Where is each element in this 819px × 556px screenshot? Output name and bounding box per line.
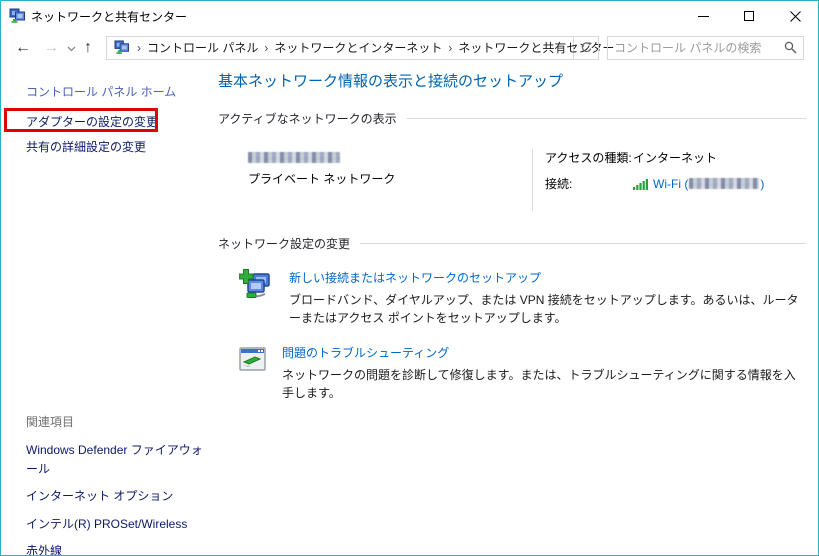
setup-new-connection-description: ブロードバンド、ダイヤルアップ、または VPN 接続をセットアップします。あるい… [289,291,806,327]
title-bar: ネットワークと共有センター [1,1,818,31]
main-content: 基本ネットワーク情報の表示と接続のセットアップ アクティブなネットワークの表示 … [218,64,806,555]
chevron-down-icon [67,46,76,52]
active-networks-header: アクティブなネットワークの表示 [218,110,806,127]
task-body: 問題のトラブルシューティング ネットワークの問題を診断して修復します。または、ト… [266,344,806,402]
troubleshoot-problems-description: ネットワークの問題を診断して修復します。または、トラブルシューティングに関する情… [282,366,806,402]
sidebar-item-change-adapter-settings[interactable]: アダプターの設定の変更 [26,113,158,130]
sidebar-item-internet-options[interactable]: インターネット オプション [26,487,204,506]
change-settings-header-label: ネットワーク設定の変更 [218,235,350,252]
caption-buttons [680,1,818,31]
navigation-toolbar: ← → ↑ › コントロール パネル › ネットワークとインターネット › ネッ… [1,31,818,64]
sidebar-item-windows-defender-firewall[interactable]: Windows Defender ファイアウォール [26,441,204,478]
refresh-icon [580,41,593,54]
forward-button[interactable]: → [37,36,65,60]
new-connection-icon [218,269,273,327]
access-type-row: アクセスの種類: インターネット [545,149,806,166]
wifi-signal-icon [633,178,649,190]
breadcrumb-item-control-panel[interactable]: コントロール パネル [146,37,259,58]
breadcrumb-separator: › [259,41,273,55]
refresh-button[interactable] [574,36,599,60]
breadcrumb-separator: › [132,41,146,55]
network-location-icon [114,40,129,55]
breadcrumb-separator: › [443,41,457,55]
redacted-ssid [689,178,759,189]
wifi-connection-link[interactable]: Wi-Fi ( ) [633,177,764,191]
access-type-value: インターネット [633,149,717,166]
search-icon[interactable] [784,41,797,54]
see-also-section: 関連項目 Windows Defender ファイアウォール インターネット オ… [26,413,204,556]
maximize-icon [744,11,754,21]
change-settings-header: ネットワーク設定の変更 [218,235,806,252]
active-network-panel: プライベート ネットワーク アクセスの種類: インターネット 接続: [218,149,806,211]
close-button[interactable] [772,1,818,31]
maximize-button[interactable] [726,1,772,31]
history-dropdown-button[interactable] [65,37,78,59]
section-rule [407,118,806,119]
task-setup-new-connection: 新しい接続またはネットワークのセットアップ ブロードバンド、ダイヤルアップ、また… [218,269,806,327]
section-rule [360,243,806,244]
minimize-button[interactable] [680,1,726,31]
task-troubleshoot-problems: 問題のトラブルシューティング ネットワークの問題を診断して修復します。または、ト… [218,344,806,402]
network-sharing-center-window: ネットワークと共有センター ← → ↑ [0,0,819,556]
setup-new-connection-link[interactable]: 新しい接続またはネットワークのセットアップ [289,269,806,286]
search-box [607,36,804,60]
sidebar: コントロール パネル ホーム アダプターの設定の変更 共有の詳細設定の変更 関連… [1,64,218,555]
minimize-icon [698,16,709,17]
active-networks-header-label: アクティブなネットワークの表示 [218,110,397,127]
back-button[interactable]: ← [9,36,37,60]
network-app-icon [9,8,25,24]
access-type-label: アクセスの種類: [545,149,633,166]
breadcrumb-item-network-internet[interactable]: ネットワークとインターネット [273,37,443,58]
active-network-identity: プライベート ネットワーク [218,149,532,211]
wifi-link-suffix: ) [760,177,764,191]
wifi-link-prefix: Wi-Fi ( [653,177,688,191]
search-input[interactable] [614,41,784,55]
page-title: 基本ネットワーク情報の表示と接続のセットアップ [218,70,806,91]
task-body: 新しい接続またはネットワークのセットアップ ブロードバンド、ダイヤルアップ、また… [273,269,806,327]
redacted-network-name [248,152,340,163]
network-type-label: プライベート ネットワーク [248,170,532,187]
sidebar-item-intel-proset-wireless[interactable]: インテル(R) PROSet/Wireless [26,515,204,534]
active-network-details: アクセスの種類: インターネット 接続: Wi-Fi ( [532,149,806,211]
troubleshoot-problems-link[interactable]: 問題のトラブルシューティング [282,344,806,361]
window-title: ネットワークと共有センター [31,8,187,25]
breadcrumb: › コントロール パネル › ネットワークとインターネット › ネットワークと共… [106,36,574,60]
sidebar-item-change-advanced-sharing[interactable]: 共有の詳細設定の変更 [26,138,146,155]
connection-label: 接続: [545,175,633,192]
close-icon [790,11,801,22]
connection-row: 接続: Wi-Fi ( ) [545,175,806,192]
troubleshoot-icon [218,344,266,402]
sidebar-item-infrared[interactable]: 赤外線 [26,542,204,556]
up-button[interactable]: ↑ [78,36,98,60]
see-also-header: 関連項目 [26,413,204,430]
sidebar-item-control-panel-home[interactable]: コントロール パネル ホーム [26,83,176,100]
